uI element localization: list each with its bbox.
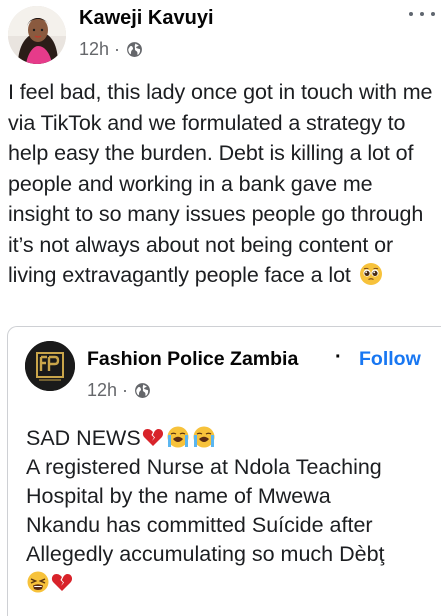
- sad-news-label: SAD NEWS: [26, 426, 141, 450]
- meta-separator: ·: [114, 38, 121, 59]
- shared-post-time[interactable]: 12h: [87, 380, 117, 401]
- author-avatar[interactable]: [8, 6, 66, 64]
- shared-post-text: SAD NEWS A registered Nurse at Ndola Tea…: [26, 424, 441, 598]
- broken-heart-emoji: [51, 574, 73, 591]
- post-meta: 12h ·: [79, 38, 143, 60]
- avatar-photo: [8, 6, 66, 64]
- fashion-police-logo: [25, 341, 75, 391]
- shared-line-2: A registered Nurse at Ndola Teaching: [26, 455, 382, 479]
- follow-button[interactable]: Follow: [359, 348, 421, 371]
- post-time[interactable]: 12h: [79, 39, 109, 60]
- pleading-face-emoji: [359, 263, 382, 285]
- page-separator: ·: [335, 346, 342, 368]
- shared-post-meta: 12h ·: [87, 379, 151, 401]
- tired-face-emoji: [27, 571, 49, 593]
- shared-line-1: SAD NEWS: [26, 424, 441, 453]
- crying-face-emoji: [167, 426, 189, 448]
- globe-icon: [127, 41, 142, 57]
- broken-heart-emoji: [142, 429, 163, 446]
- author-name[interactable]: Kaweji Kavuyi: [79, 7, 214, 30]
- post-body: I feel bad, this lady once got in touch …: [8, 80, 433, 287]
- more-options-icon[interactable]: [409, 6, 435, 22]
- crying-face-emoji: [193, 426, 215, 448]
- post-text: I feel bad, this lady once got in touch …: [8, 77, 438, 291]
- shared-line-3: Hospital by the name of Mwewa: [26, 484, 331, 508]
- shared-line-6: [26, 569, 441, 598]
- facebook-post: Kaweji Kavuyi 12h · I feel bad, this lad…: [0, 0, 441, 616]
- globe-icon: [135, 382, 150, 398]
- page-name[interactable]: Fashion Police Zambia: [87, 348, 298, 371]
- post-header: Kaweji Kavuyi 12h ·: [0, 0, 441, 70]
- page-avatar[interactable]: [25, 341, 75, 391]
- shared-line-5: Allegedly accumulating so much Dèbţ: [26, 542, 385, 566]
- shared-meta-separator: ·: [122, 379, 129, 400]
- shared-post-card[interactable]: Fashion Police Zambia · Follow 12h · SAD…: [7, 326, 441, 616]
- shared-line-4: Nkandu has committed Suícide after: [26, 513, 373, 537]
